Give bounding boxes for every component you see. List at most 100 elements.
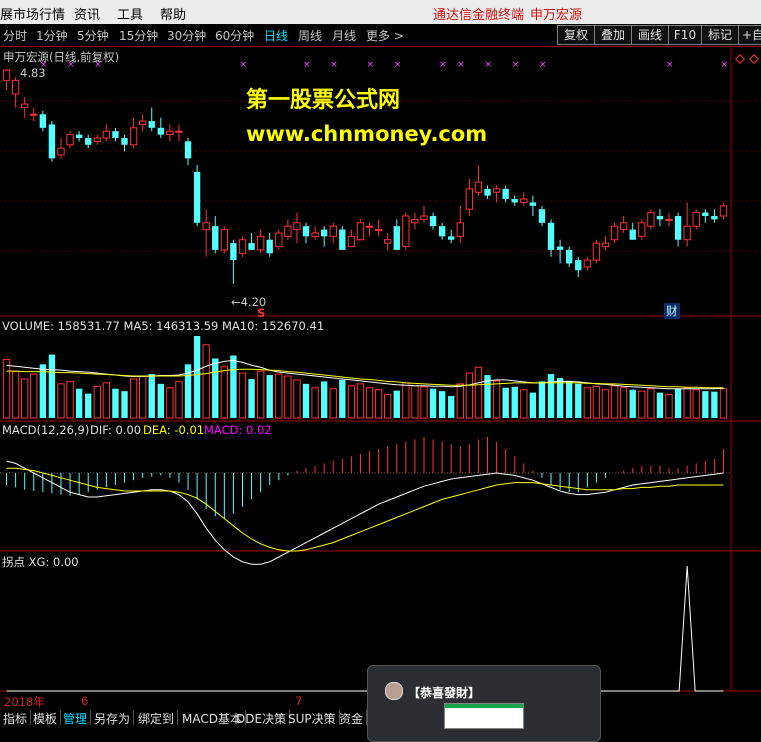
volume-bar (112, 388, 119, 418)
candle-body (238, 239, 247, 254)
menu-help[interactable]: 帮助 (160, 4, 186, 23)
macd-dif: DIF: 0.00 (90, 423, 142, 437)
xg-series (6, 565, 724, 692)
volume-bar (702, 391, 709, 418)
price-panel-title: 申万宏源(日线,前复权) (3, 50, 120, 64)
diamond-icon-0 (735, 54, 745, 64)
macd-value: MACD: 0.02 (204, 423, 272, 437)
menu-market[interactable]: 展市场行情 (0, 4, 65, 23)
volume-bar (248, 378, 255, 418)
period-intraday[interactable]: 分时 (3, 27, 27, 44)
volume-bar (692, 389, 700, 419)
volume-bar (656, 392, 664, 418)
f10-button[interactable]: F10 (668, 25, 702, 45)
period-daily[interactable]: 日线 (264, 27, 288, 44)
candle-body (702, 212, 709, 216)
candle-body (638, 222, 646, 237)
candle-body (474, 181, 483, 193)
finance-badge[interactable]: 财 (664, 303, 680, 319)
volume-bar (202, 344, 210, 419)
volume-bar (429, 388, 437, 418)
candle-body (339, 229, 346, 250)
menu-news[interactable]: 资讯 (74, 4, 100, 23)
candle-body (93, 137, 101, 142)
period-more[interactable]: 更多 > (366, 27, 404, 44)
volume-bar (674, 388, 682, 418)
period-5min[interactable]: 5分钟 (77, 27, 109, 44)
candle-body (384, 239, 392, 244)
tab-save-as[interactable]: 另存为 (91, 710, 135, 726)
volume-bar (11, 371, 20, 419)
period-weekly[interactable]: 周线 (298, 27, 322, 44)
app-title: 通达信金融终端 (433, 8, 525, 23)
candle-body (511, 199, 518, 203)
candle-body (429, 216, 437, 227)
volume-bar (384, 394, 392, 419)
volume-bar (502, 387, 509, 418)
volume-bar (329, 388, 337, 419)
macd-dea-line (6, 467, 724, 552)
volume-bar (638, 390, 646, 419)
fuquan-button[interactable]: 复权 (557, 25, 595, 45)
candle-body (448, 236, 455, 240)
volume-bar (75, 388, 83, 418)
volume-bar (320, 381, 328, 418)
volume-bar (93, 385, 101, 419)
tab-funds[interactable]: 资金 (336, 710, 368, 726)
add-favorite-button[interactable]: +自选 (738, 25, 761, 45)
overlay-button[interactable]: 叠加 (594, 25, 632, 45)
volume-bar (393, 390, 400, 418)
high-price-label: 4.83 (20, 66, 46, 80)
period-60min[interactable]: 60分钟 (215, 27, 254, 44)
volume-bar (256, 370, 265, 419)
volume-bar (148, 374, 155, 418)
magenta-cross-marker: × (367, 60, 375, 70)
tab-manage[interactable]: 管理 (60, 710, 92, 726)
candle-body (30, 113, 38, 116)
draw-line-button[interactable]: 画线 (631, 25, 669, 45)
candle-body (112, 131, 119, 138)
tab-bind-to[interactable]: 绑定到 (135, 710, 179, 726)
candle-body (256, 235, 265, 251)
candle-body (102, 130, 111, 139)
candle-body (683, 225, 691, 241)
volume-bar (347, 385, 356, 419)
candle-body (692, 212, 700, 227)
candle-body (121, 138, 128, 145)
volume-bar (284, 375, 292, 419)
volume-bar (456, 383, 464, 419)
tab-template[interactable]: 模板 (30, 710, 62, 726)
volume-bar (647, 388, 655, 419)
menu-tools[interactable]: 工具 (117, 4, 143, 23)
volume-bar (683, 387, 691, 419)
candle-body (184, 141, 192, 159)
candle-body (438, 226, 446, 237)
magenta-cross-marker: × (239, 60, 247, 70)
volume-bar (448, 396, 455, 418)
candle-body (647, 212, 655, 227)
period-monthly[interactable]: 月线 (332, 27, 356, 44)
period-15min[interactable]: 15分钟 (119, 27, 158, 44)
volume-bar (592, 385, 601, 419)
tab-indicator[interactable]: 指标 (0, 710, 32, 726)
xg-line (6, 565, 724, 692)
candle-body (293, 222, 301, 231)
notification-popup[interactable]: 【恭喜發財】 (367, 665, 601, 742)
candle-body (230, 243, 237, 261)
tab-dde[interactable]: DDE决策 (233, 710, 291, 726)
magenta-cross-marker: × (539, 60, 547, 70)
candle-body (11, 79, 20, 95)
candle-body (311, 232, 319, 237)
volume-bar (610, 385, 619, 419)
volume-label: VOLUME: 158531.77 MA5: 146313.59 MA10: 1… (2, 319, 325, 333)
volume-bar (365, 387, 374, 419)
popup-thumbnail[interactable] (444, 703, 524, 729)
volume-bar (238, 372, 247, 419)
macd-dea: DEA: -0.01 (143, 423, 205, 437)
period-1min[interactable]: 1分钟 (36, 27, 68, 44)
volume-bar (719, 388, 728, 419)
period-30min[interactable]: 30分钟 (167, 27, 206, 44)
tab-sup[interactable]: SUP决策 (285, 710, 340, 726)
macd-dif-line (6, 460, 724, 565)
mark-button[interactable]: 标记 (701, 25, 739, 45)
